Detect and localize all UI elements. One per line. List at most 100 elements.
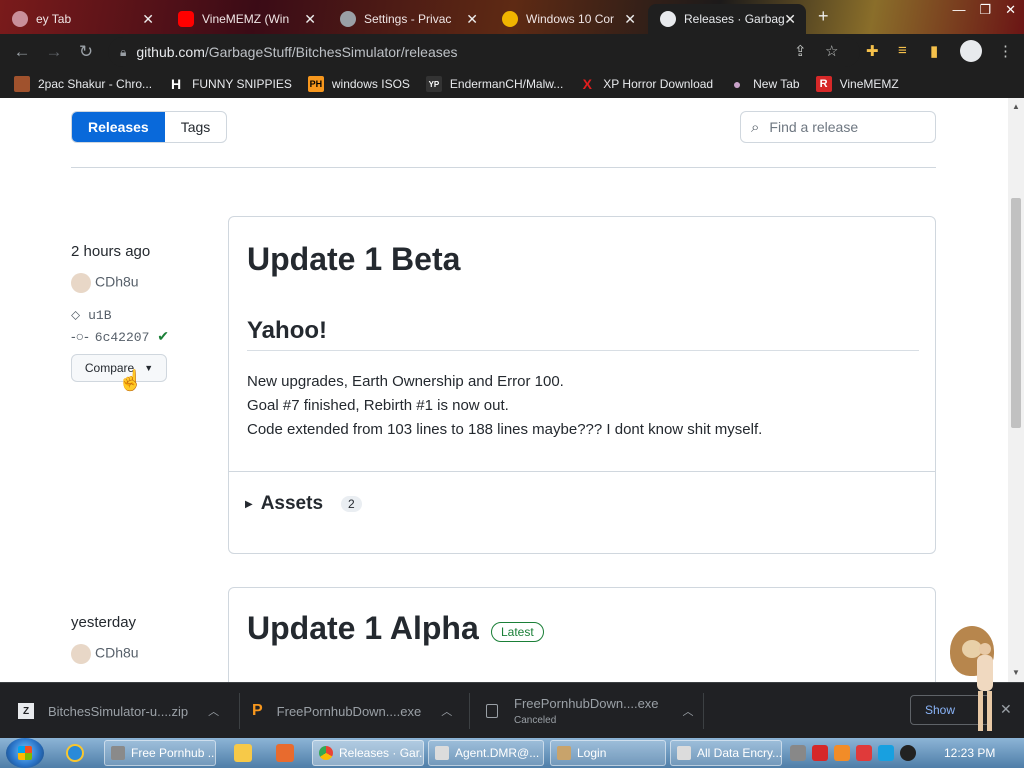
minimize-icon[interactable]: — xyxy=(952,2,965,18)
settings-gear-icon xyxy=(340,11,356,27)
taskbar-window-button[interactable]: Releases · Gar... xyxy=(312,740,424,766)
taskbar-window-label: Free Pornhub ... xyxy=(131,746,216,760)
share-icon[interactable]: ⇪ xyxy=(794,42,807,60)
taskbar-window-button[interactable]: Agent.DMR@... xyxy=(428,740,544,766)
releases-tab[interactable]: Releases xyxy=(72,112,165,142)
menu-kebab-icon[interactable]: ⋮ xyxy=(998,42,1013,60)
tab-close-icon[interactable]: ✕ xyxy=(624,11,636,28)
downloads-shelf: Z BitchesSimulator-u....zip ︿ P FreePorn… xyxy=(0,643,1024,739)
url-host: github.com xyxy=(136,44,205,60)
taskbar-window-button[interactable]: All Data Encry... xyxy=(670,740,782,766)
tag-icon: ⬦ xyxy=(71,307,81,322)
bookmark-star-icon[interactable]: ☆ xyxy=(825,42,838,60)
bookmark-label: windows ISOS xyxy=(331,77,410,91)
reload-icon[interactable]: ↻ xyxy=(70,36,102,68)
assets-toggle[interactable]: ▶ Assets 2 xyxy=(245,493,362,515)
start-button[interactable] xyxy=(6,738,44,768)
window-controls: — ❐ ✕ xyxy=(952,2,1016,18)
taskbar-clock[interactable]: 12:23 PM xyxy=(944,746,995,760)
chevron-up-icon[interactable]: ︿ xyxy=(208,703,219,719)
tray-volume-icon[interactable] xyxy=(900,745,916,761)
exe-file-icon xyxy=(486,704,498,718)
download-item[interactable]: FreePornhubDown....exe Canceled ︿ xyxy=(486,683,704,739)
release-commit[interactable]: -○- 6c42207 ✔ xyxy=(71,328,169,345)
bookmark-item[interactable]: YP EndermanCH/Malw... xyxy=(425,76,563,92)
assets-label: Assets xyxy=(260,493,324,514)
release-card: Update 1 Beta Yahoo! New upgrades, Earth… xyxy=(228,216,936,554)
chrome-icon xyxy=(319,746,333,760)
chevron-up-icon[interactable]: ︿ xyxy=(683,703,694,719)
close-window-icon[interactable]: ✕ xyxy=(1005,2,1016,18)
tab-title: Windows 10 Cor xyxy=(526,12,615,26)
zip-file-icon: Z xyxy=(18,703,34,719)
tags-tab[interactable]: Tags xyxy=(165,112,227,142)
app-shortcut-icon[interactable] xyxy=(276,744,294,762)
tag-label: u1B xyxy=(88,308,112,323)
find-release-search[interactable]: ⌕ Find a release xyxy=(740,111,936,143)
download-item[interactable]: Z BitchesSimulator-u....zip ︿ xyxy=(18,683,240,739)
search-placeholder: Find a release xyxy=(769,119,859,135)
exe-file-icon: P xyxy=(252,702,263,719)
release-author[interactable]: CDh8u xyxy=(71,644,139,664)
commit-sha: 6c42207 xyxy=(94,330,150,345)
scrollbar-thumb[interactable] xyxy=(1011,198,1021,428)
bookmark-item[interactable]: H FUNNY SNIPPIES xyxy=(168,76,292,92)
back-arrow-icon[interactable]: ← xyxy=(6,36,38,68)
bookmark-item[interactable]: 2pac Shakur - Chro... xyxy=(14,76,152,92)
tab-settings[interactable]: Settings - Privac ✕ xyxy=(328,4,488,34)
internet-explorer-icon[interactable] xyxy=(66,744,84,762)
tray-monitor-icon[interactable] xyxy=(878,745,894,761)
tab-favicon-icon xyxy=(12,11,28,27)
dancing-figure-sticker-icon xyxy=(966,639,1002,735)
release-note-line: Goal #7 finished, Rebirth #1 is now out. xyxy=(247,397,509,414)
tray-app-icon[interactable] xyxy=(790,745,806,761)
browser-tab-strip: ey Tab ✕ VineMEMZ (Win ✕ Settings - Priv… xyxy=(0,0,1024,34)
release-tag[interactable]: ⬦ u1B xyxy=(71,306,112,323)
bookmark-item[interactable]: X XP Horror Download xyxy=(579,76,714,92)
tab-close-icon[interactable]: ✕ xyxy=(142,11,154,28)
tab-title: ey Tab xyxy=(36,12,72,26)
tab-close-icon[interactable]: ✕ xyxy=(784,11,796,28)
releases-tags-toggle: Releases Tags xyxy=(71,111,228,143)
release-author[interactable]: CDh8u xyxy=(71,273,139,293)
reading-list-icon[interactable]: ≡ xyxy=(898,42,907,59)
lock-icon: 🔒︎ xyxy=(120,44,127,59)
login-app-icon xyxy=(557,746,571,760)
bookmark-item[interactable]: PH windows ISOS xyxy=(307,76,410,92)
download-item[interactable]: P FreePornhubDown....exe ︿ xyxy=(252,683,470,739)
release-title[interactable]: Update 1 Alpha xyxy=(247,610,479,647)
bookmark-item[interactable]: ● New Tab xyxy=(729,76,800,92)
scroll-down-arrow-icon[interactable]: ▼ xyxy=(1012,668,1020,677)
download-filename: BitchesSimulator-u....zip xyxy=(48,703,189,719)
side-panel-icon[interactable]: ▮ xyxy=(930,42,938,60)
youtube-icon xyxy=(178,11,194,27)
tab-windows-10[interactable]: Windows 10 Cor ✕ xyxy=(490,4,646,34)
chevron-up-icon[interactable]: ︿ xyxy=(441,703,452,719)
tab-close-icon[interactable]: ✕ xyxy=(304,11,316,28)
avatar xyxy=(71,644,91,664)
card-divider xyxy=(229,471,935,472)
maximize-icon[interactable]: ❐ xyxy=(979,2,991,18)
scroll-up-arrow-icon[interactable]: ▲ xyxy=(1012,102,1020,111)
tray-v-icon[interactable] xyxy=(812,745,828,761)
address-bar[interactable]: 🔒︎ github.com/GarbageStuff/BitchesSimula… xyxy=(108,37,860,67)
extensions-icon[interactable]: ✚ xyxy=(866,42,879,60)
tab-vinememz[interactable]: VineMEMZ (Win ✕ xyxy=(166,4,326,34)
tab-new-tab[interactable]: ey Tab ✕ xyxy=(0,4,164,34)
tray-flag-icon[interactable] xyxy=(856,745,872,761)
media-player-icon[interactable] xyxy=(234,744,252,762)
page-scrollbar[interactable]: ▲ ▼ xyxy=(1008,98,1024,682)
tray-search-icon[interactable] xyxy=(834,745,850,761)
tab-close-icon[interactable]: ✕ xyxy=(466,11,478,28)
tab-releases[interactable]: Releases · Garbag ✕ xyxy=(648,4,806,34)
forward-arrow-icon[interactable]: → xyxy=(38,36,70,68)
profile-avatar-icon[interactable] xyxy=(960,40,982,62)
taskbar-window-button[interactable]: Login xyxy=(550,740,666,766)
release-title[interactable]: Update 1 Beta xyxy=(247,241,460,278)
new-tab-button[interactable]: + xyxy=(818,6,829,27)
release-note-line: New upgrades, Earth Ownership and Error … xyxy=(247,373,564,390)
app-icon xyxy=(111,746,125,760)
taskbar-window-button[interactable]: Free Pornhub ... xyxy=(104,740,216,766)
bookmark-item[interactable]: R VineMEMZ xyxy=(815,76,899,92)
windows-taskbar: Free Pornhub ... Releases · Gar... Agent… xyxy=(0,738,1024,768)
